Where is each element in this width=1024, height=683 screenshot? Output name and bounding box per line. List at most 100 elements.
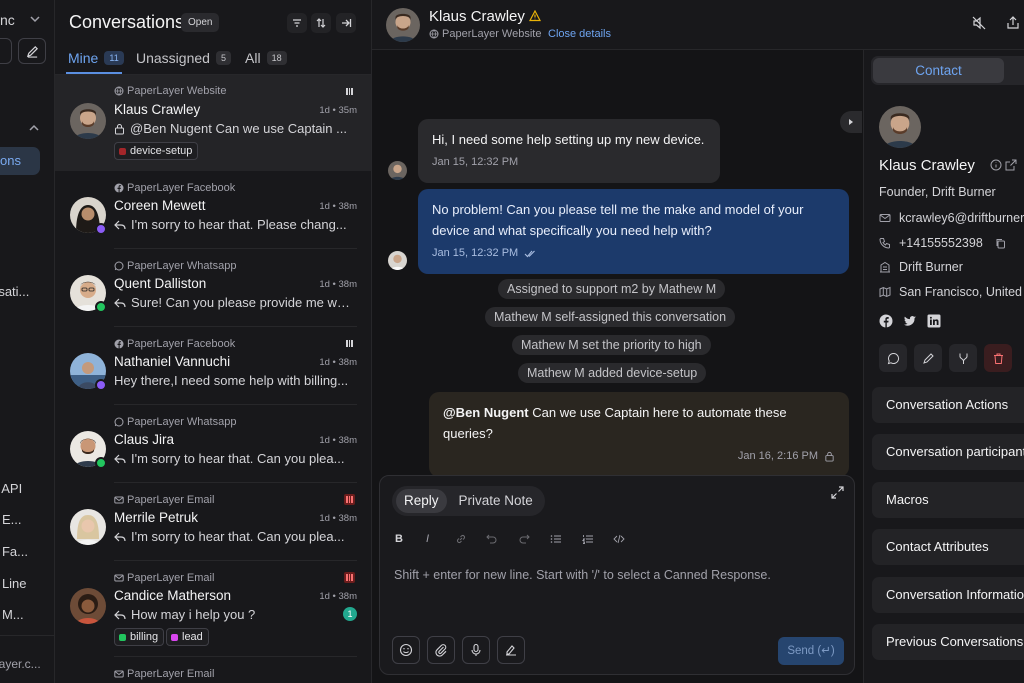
code-icon[interactable] [613, 533, 625, 545]
accordion-contact-attributes[interactable]: Contact Attributes [872, 529, 1024, 565]
message-preview: I'm sorry to hear that. Can you plea... [114, 451, 350, 466]
double-check-icon [524, 250, 536, 257]
mention[interactable]: @Ben Nugent [443, 405, 529, 420]
reply-arrow-icon [114, 532, 126, 541]
message-time: Jan 15, 12:32 PM [432, 247, 519, 259]
emoji-icon[interactable] [392, 636, 420, 664]
signature-icon[interactable] [497, 636, 525, 664]
accordion-conversation-information[interactable]: Conversation Information [872, 577, 1024, 613]
accordion-conversation-participants[interactable]: Conversation participants [872, 434, 1024, 470]
search-input[interactable] [0, 38, 12, 64]
inbox-name: PaperLayer Email [114, 494, 214, 506]
bold-icon[interactable]: B [395, 533, 403, 545]
message-preview: I'm sorry to hear that. Can you plea... [114, 529, 350, 544]
accordion-previous-conversations[interactable]: Previous Conversations [872, 624, 1024, 660]
label-chip: lead [166, 628, 209, 646]
close-details-link[interactable]: Close details [548, 28, 611, 40]
sidebar-item-conversation[interactable]: rsati... [0, 284, 29, 299]
reply-arrow-icon [114, 220, 126, 229]
italic-icon[interactable]: I [426, 533, 429, 545]
conversation-item[interactable]: PaperLayer Whatsapp Claus Jira 1d • 38m … [55, 405, 371, 483]
sort-icon[interactable] [311, 13, 331, 33]
collapse-icon[interactable] [336, 13, 356, 33]
mail-icon [879, 214, 891, 222]
conversation-item[interactable]: PaperLayer Facebook Coreen Mewett 1d • 3… [55, 171, 371, 249]
message-input[interactable]: Shift + enter for new line. Start with '… [394, 568, 771, 582]
linkedin-icon[interactable] [927, 314, 941, 328]
expand-icon[interactable] [831, 486, 844, 499]
conversation-item[interactable]: PaperLayer Website Klaus Crawley 1d • 35… [55, 75, 371, 171]
tab-contact[interactable]: Contact [873, 58, 1004, 83]
accordion-conversation-actions[interactable]: Conversation Actions [872, 387, 1024, 423]
timestamp: 1d • 38m [319, 591, 357, 602]
twitter-icon[interactable] [903, 314, 917, 328]
info-icon[interactable] [990, 159, 1002, 171]
sidebar-item-email-inbox[interactable]: r E... [0, 512, 21, 527]
message-preview: Sure! Can you please provide me wi... [114, 295, 350, 310]
sidebar-item-facebook-inbox[interactable]: r Fa... [0, 544, 28, 559]
message-icon [887, 352, 899, 364]
accordion-macros[interactable]: Macros [872, 482, 1024, 518]
reply-mode-button[interactable]: Reply [396, 489, 447, 513]
inbox-name: PaperLayer Facebook [114, 338, 235, 350]
message-time: Jan 16, 2:16 PM [737, 450, 818, 462]
contact-panel: Contact Klaus Crawley Founder, Drift Bur… [863, 50, 1024, 683]
sidebar-item-more-inbox[interactable]: r M... [0, 607, 24, 622]
priority-high-icon [344, 338, 355, 349]
bullet-list-icon[interactable] [550, 533, 562, 545]
tab-unassigned[interactable]: Unassigned 5 [136, 50, 231, 66]
share-icon[interactable] [1006, 16, 1020, 30]
new-message-button[interactable] [879, 344, 907, 372]
link-icon[interactable] [455, 533, 467, 545]
merge-contact-button[interactable] [949, 344, 977, 372]
send-button[interactable]: Send (↵) [778, 637, 844, 665]
inbox-name: PaperLayer Email [114, 572, 214, 584]
inbox-name: PaperLayer Email [114, 668, 214, 680]
activity-message: Mathew M self-assigned this conversation [485, 307, 736, 327]
edit-contact-button[interactable] [914, 344, 942, 372]
tab-all[interactable]: All 18 [245, 50, 287, 66]
toggle-panel-icon[interactable] [840, 111, 862, 133]
timestamp: 1d • 38m [319, 513, 357, 524]
chevron-down-icon[interactable] [29, 13, 41, 25]
private-note-mode-button[interactable]: Private Note [451, 489, 541, 513]
conversation-item[interactable]: PaperLayer Email Candice Matherson 1d • … [55, 561, 371, 657]
sidebar-item-line-inbox[interactable]: r Line [0, 576, 27, 591]
contact-phone[interactable]: +14155552398 [879, 236, 1006, 250]
compose-button[interactable] [18, 38, 46, 64]
delete-contact-button[interactable] [984, 344, 1012, 372]
undo-icon[interactable] [486, 533, 498, 545]
status-filter-badge[interactable]: Open [181, 13, 220, 32]
account-email-fragment[interactable]: layer.c... [0, 657, 41, 671]
lock-icon [825, 451, 834, 462]
page-title: Conversations [69, 12, 185, 32]
conversation-item[interactable]: PaperLayer Whatsapp Quent Dalliston 1d •… [55, 249, 371, 327]
conversation-item[interactable]: PaperLayer Facebook Nathaniel Vannuchi 1… [55, 327, 371, 405]
numbered-list-icon[interactable] [582, 533, 594, 545]
external-link-icon[interactable] [1005, 159, 1017, 171]
chevron-up-icon[interactable] [28, 122, 40, 134]
contact-bio: Founder, Drift Burner [879, 185, 996, 199]
attachment-icon[interactable] [427, 636, 455, 664]
redo-icon[interactable] [518, 533, 530, 545]
avatar[interactable] [386, 8, 420, 42]
tab-mine[interactable]: Mine 11 [68, 50, 124, 66]
sidebar-item-api-inbox[interactable]: r API [0, 481, 22, 496]
sidebar-item-conversations[interactable]: ons [0, 147, 40, 175]
map-icon [879, 286, 891, 298]
conversation-item[interactable]: PaperLayer Email Merrile Petruk 1d • 38m… [55, 483, 371, 561]
mute-icon[interactable] [972, 16, 986, 30]
activity-message: Mathew M set the priority to high [512, 335, 711, 355]
microphone-icon[interactable] [462, 636, 490, 664]
contact-email[interactable]: kcrawley6@driftburner.com [879, 211, 1024, 225]
facebook-icon[interactable] [879, 314, 893, 328]
conversation-item[interactable]: PaperLayer Email [55, 657, 371, 683]
conversation-view: Klaus Crawley PaperLayer Website Close d… [372, 0, 1024, 683]
contact-name: Klaus Crawley [114, 102, 201, 117]
activity-message: Assigned to support m2 by Mathew M [498, 279, 726, 299]
account-name-fragment[interactable]: nc [0, 12, 15, 28]
reply-arrow-icon [114, 298, 126, 307]
message-preview: @Ben Nugent Can we use Captain ... [114, 121, 350, 136]
contact-location: San Francisco, United States [879, 285, 1024, 299]
filter-icon[interactable] [287, 13, 307, 33]
